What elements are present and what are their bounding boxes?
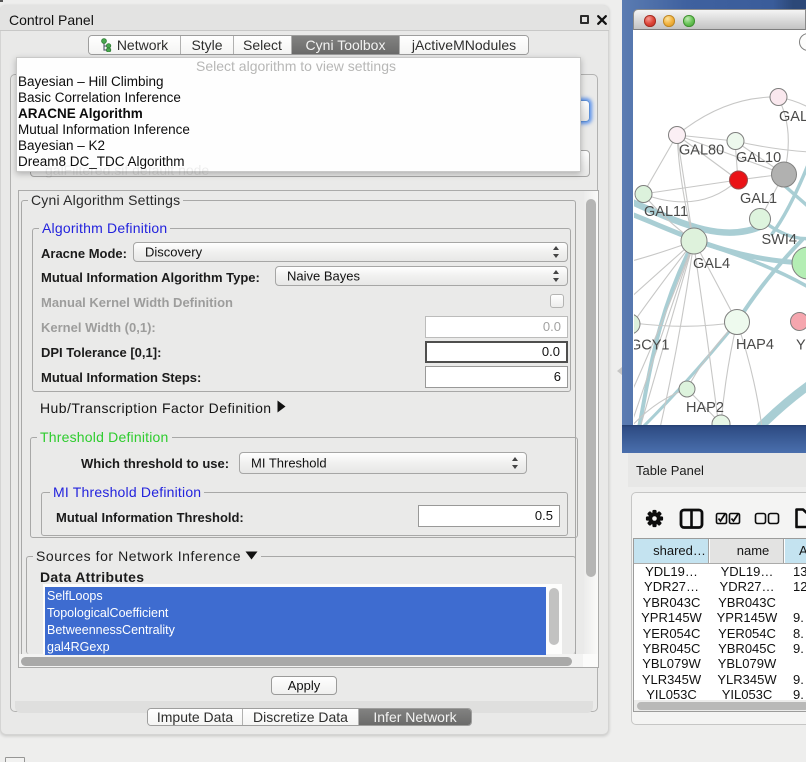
svg-text:GAL7: GAL7 — [779, 109, 806, 125]
svg-text:YM: YM — [796, 338, 806, 354]
svg-text:GAL10: GAL10 — [736, 150, 781, 166]
svg-text:GAL1: GAL1 — [740, 191, 777, 207]
svg-text:SWI4: SWI4 — [762, 232, 797, 248]
svg-text:GAL11: GAL11 — [644, 204, 688, 220]
svg-text:GAL80: GAL80 — [679, 143, 724, 159]
svg-text:HAP2: HAP2 — [686, 400, 724, 416]
svg-text:HAP4: HAP4 — [736, 337, 774, 353]
svg-text:GCY1: GCY1 — [634, 338, 670, 354]
svg-text:GAL4: GAL4 — [693, 256, 730, 272]
